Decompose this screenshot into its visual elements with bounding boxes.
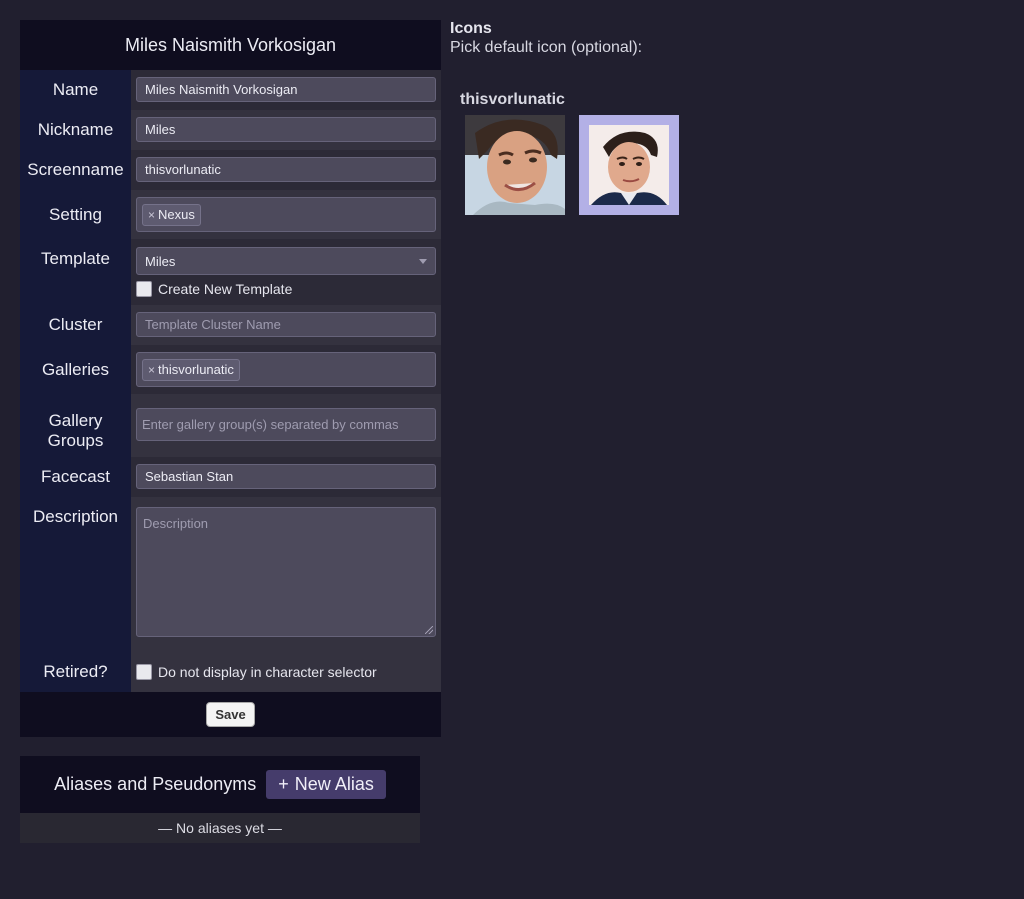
facecast-input[interactable]: Sebastian Stan <box>136 464 436 489</box>
plus-icon: + <box>278 774 289 794</box>
new-alias-button[interactable]: + New Alias <box>266 770 386 799</box>
cluster-input[interactable]: Template Cluster Name <box>136 312 436 337</box>
create-template-option: Create New Template <box>136 281 436 297</box>
screenname-cell: thisvorlunatic <box>131 150 441 190</box>
aliases-header: Aliases and Pseudonyms + New Alias <box>20 756 420 813</box>
retired-checkbox-label: Do not display in character selector <box>158 664 377 680</box>
retired-row: Retired? Do not display in character sel… <box>20 652 441 692</box>
description-row: Description Description <box>20 497 441 652</box>
gallery-groups-label: Gallery Groups <box>20 394 131 457</box>
galleries-row: Galleries × thisvorlunatic <box>20 345 441 394</box>
retired-cell: Do not display in character selector <box>131 652 441 692</box>
facecast-cell: Sebastian Stan <box>131 457 441 497</box>
portrait-icon <box>465 115 565 215</box>
description-textarea[interactable]: Description <box>136 507 436 637</box>
description-placeholder: Description <box>143 516 209 531</box>
create-template-checkbox[interactable] <box>136 281 152 297</box>
gallery-groups-row: Gallery Groups Enter gallery group(s) se… <box>20 394 441 457</box>
chevron-down-icon <box>419 258 427 264</box>
template-select[interactable]: Miles <box>136 247 436 275</box>
icon-tile[interactable] <box>465 115 565 215</box>
screenname-row: Screenname thisvorlunatic <box>20 150 441 190</box>
name-input[interactable]: Miles Naismith Vorkosigan <box>136 77 436 102</box>
name-cell: Miles Naismith Vorkosigan <box>131 70 441 110</box>
screenname-input[interactable]: thisvorlunatic <box>136 157 436 182</box>
aliases-empty-state: — No aliases yet — <box>20 813 420 843</box>
resize-handle-icon[interactable] <box>425 626 433 634</box>
facecast-row: Facecast Sebastian Stan <box>20 457 441 497</box>
form-footer: Save <box>20 692 441 737</box>
gallery-tag-label: thisvorlunatic <box>158 362 234 377</box>
retired-option: Do not display in character selector <box>136 664 436 680</box>
gallery-groups-input[interactable]: Enter gallery group(s) separated by comm… <box>136 408 436 441</box>
create-template-label: Create New Template <box>158 281 293 297</box>
retired-label: Retired? <box>20 652 131 692</box>
aliases-title: Aliases and Pseudonyms <box>54 774 257 794</box>
template-row: Template Miles Create New Template <box>20 239 441 305</box>
gallery-heading: thisvorlunatic <box>460 91 565 108</box>
setting-row: Setting × Nexus <box>20 190 441 239</box>
description-cell: Description <box>131 497 441 652</box>
setting-cell: × Nexus <box>131 190 441 239</box>
screenname-label: Screenname <box>20 150 131 190</box>
remove-tag-icon[interactable]: × <box>148 363 155 377</box>
gallery-tag: × thisvorlunatic <box>142 358 240 381</box>
setting-tag-input[interactable]: × Nexus <box>136 197 436 232</box>
facecast-label: Facecast <box>20 457 131 497</box>
remove-tag-icon[interactable]: × <box>148 208 155 222</box>
cluster-cell: Template Cluster Name <box>131 305 441 345</box>
galleries-label: Galleries <box>20 345 131 394</box>
galleries-cell: × thisvorlunatic <box>131 345 441 394</box>
cluster-label: Cluster <box>20 305 131 345</box>
retired-checkbox[interactable] <box>136 664 152 680</box>
template-cell: Miles Create New Template <box>131 239 441 305</box>
setting-tag-label: Nexus <box>158 207 195 222</box>
form-title: Miles Naismith Vorkosigan <box>20 20 441 70</box>
nickname-label: Nickname <box>20 110 131 150</box>
icon-tile-selected[interactable] <box>579 115 679 215</box>
galleries-tag-input[interactable]: × thisvorlunatic <box>136 352 436 387</box>
name-row: Name Miles Naismith Vorkosigan <box>20 70 441 110</box>
aliases-panel: Aliases and Pseudonyms + New Alias — No … <box>20 756 420 843</box>
nickname-cell: Miles <box>131 110 441 150</box>
gallery-groups-cell: Enter gallery group(s) separated by comm… <box>131 394 441 457</box>
icons-panel: Icons Pick default icon (optional): this… <box>450 20 679 215</box>
name-label: Name <box>20 70 131 110</box>
portrait-icon <box>589 125 669 205</box>
character-form: Miles Naismith Vorkosigan Name Miles Nai… <box>20 20 441 737</box>
new-alias-label: New Alias <box>294 774 374 794</box>
save-button[interactable]: Save <box>206 702 255 727</box>
gallery-groups-label-line1: Gallery <box>48 411 103 430</box>
icons-title: Icons <box>450 20 492 37</box>
nickname-row: Nickname Miles <box>20 110 441 150</box>
cluster-row: Cluster Template Cluster Name <box>20 305 441 345</box>
template-label: Template <box>20 239 131 305</box>
nickname-input[interactable]: Miles <box>136 117 436 142</box>
description-label: Description <box>20 497 131 652</box>
setting-label: Setting <box>20 190 131 239</box>
icons-subtitle: Pick default icon (optional): <box>450 39 643 56</box>
template-select-value: Miles <box>145 253 176 269</box>
gallery-groups-label-line2: Groups <box>47 431 104 450</box>
setting-tag: × Nexus <box>142 203 201 226</box>
